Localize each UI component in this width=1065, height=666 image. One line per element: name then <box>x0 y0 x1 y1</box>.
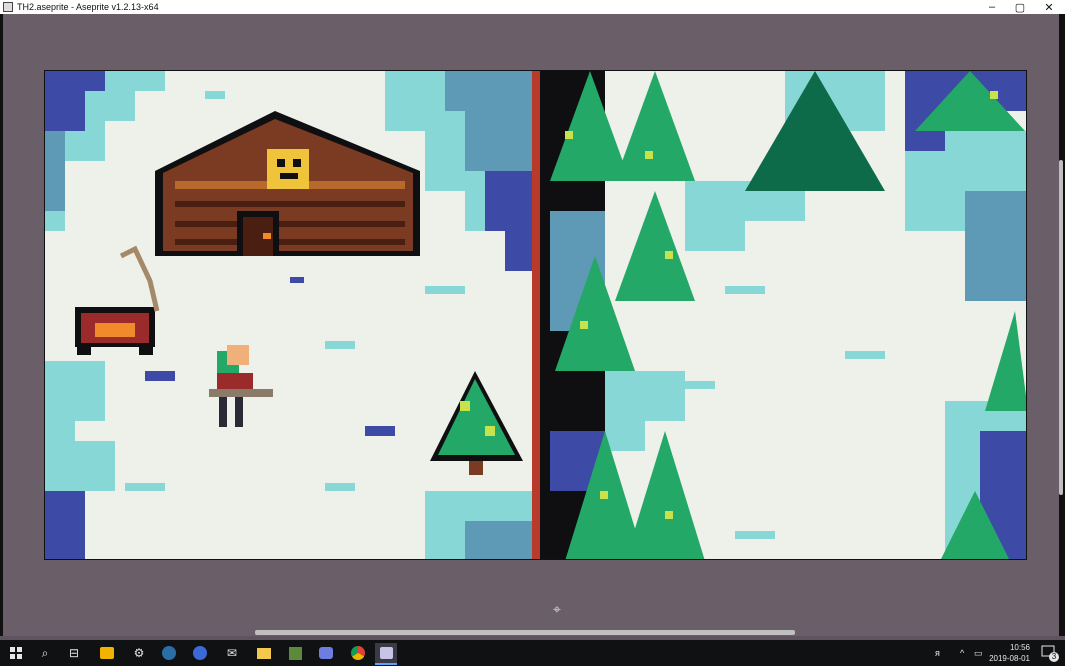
close-button[interactable]: ✕ <box>1035 0 1063 14</box>
browser-icon[interactable] <box>189 643 211 663</box>
network-icon[interactable]: ▭ <box>974 640 983 666</box>
vertical-scrollbar[interactable] <box>1059 160 1063 495</box>
clock[interactable]: 10:56 2019-08-01 <box>989 642 1030 664</box>
task-view-icon[interactable]: ⊟ <box>63 643 85 663</box>
taskbar: ⌕ ⊟ ⚙ ✉ ᴙ ^ ▭ 10:56 2019-08-01 3 <box>0 640 1065 666</box>
people-icon[interactable]: ᴙ <box>935 640 940 666</box>
title-bar: TH2.aseprite - Aseprite v1.2.13-x64 – ▢ … <box>0 0 1065 14</box>
settings-icon[interactable]: ⚙ <box>128 643 150 663</box>
minimize-icon: – <box>988 1 996 13</box>
clock-date: 2019-08-01 <box>989 654 1030 663</box>
mail-icon[interactable]: ✉ <box>221 643 243 663</box>
clock-time: 10:56 <box>1009 643 1030 652</box>
chrome-icon[interactable] <box>347 643 369 663</box>
maximize-button[interactable]: ▢ <box>1006 0 1034 14</box>
search-icon[interactable]: ⌕ <box>34 643 56 663</box>
minecraft-icon[interactable] <box>284 643 306 663</box>
maximize-icon: ▢ <box>1014 1 1026 14</box>
steam-icon[interactable] <box>158 643 180 663</box>
horizontal-scrollbar[interactable] <box>255 630 795 635</box>
file-explorer-icon[interactable] <box>253 643 275 663</box>
sprite-image <box>45 71 1026 559</box>
minimize-button[interactable]: – <box>978 0 1006 14</box>
close-icon: ✕ <box>1044 1 1054 14</box>
store-icon[interactable] <box>96 643 118 663</box>
windows-start-icon[interactable] <box>5 643 27 663</box>
app-icon <box>3 2 13 12</box>
center-crosshair-icon: ⌖ <box>553 601 561 617</box>
aseprite-icon[interactable] <box>375 643 397 665</box>
sprite-canvas[interactable] <box>44 70 1027 560</box>
notification-center-icon[interactable]: 3 <box>1041 644 1059 662</box>
discord-icon[interactable] <box>315 643 337 663</box>
window-title: TH2.aseprite - Aseprite v1.2.13-x64 <box>17 2 159 12</box>
chevron-up-icon[interactable]: ^ <box>960 640 964 666</box>
notification-count: 3 <box>1049 652 1059 662</box>
